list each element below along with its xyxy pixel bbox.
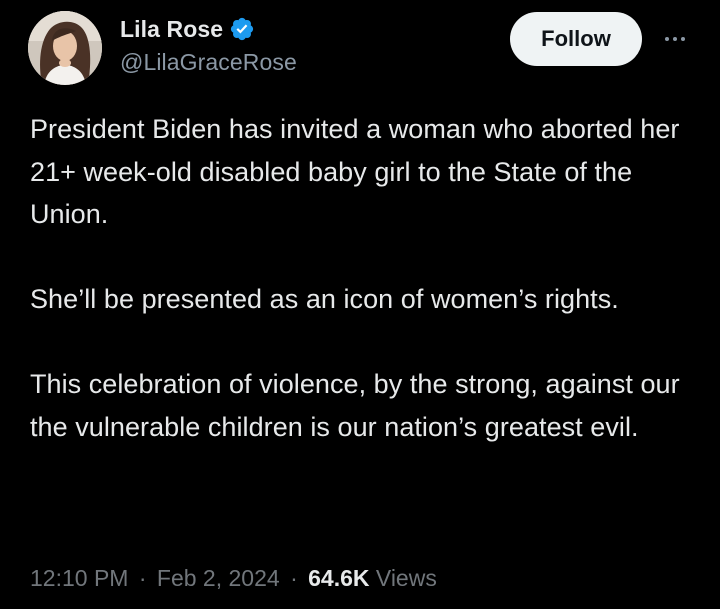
author-display-name[interactable]: Lila Rose [120, 16, 223, 43]
views-label: Views [375, 565, 437, 591]
views-count: 64.6K [308, 565, 370, 591]
more-options-icon[interactable] [656, 24, 694, 54]
follow-button[interactable]: Follow [510, 12, 642, 66]
tweet-paragraph: She’ll be presented as an icon of women’… [30, 284, 619, 314]
tweet-time[interactable]: 12:10 PM [30, 565, 128, 591]
tweet-metadata: 12:10 PM · Feb 2, 2024 · 64.6K Views [30, 565, 437, 592]
avatar[interactable] [28, 11, 102, 85]
avatar-image [28, 11, 102, 85]
tweet-date[interactable]: Feb 2, 2024 [157, 565, 280, 591]
tweet-text: President Biden has invited a woman who … [30, 108, 690, 448]
author-handle[interactable]: @LilaGraceRose [120, 49, 297, 76]
tweet-card: Lila Rose @LilaGraceRose Follow Presiden… [0, 0, 720, 609]
meta-separator: · [290, 565, 298, 591]
tweet-paragraph: President Biden has invited a woman who … [30, 114, 680, 229]
meta-separator: · [138, 565, 147, 591]
verified-badge-icon[interactable] [229, 16, 255, 42]
tweet-paragraph: This celebration of violence, by the str… [30, 369, 680, 442]
author-name-row: Lila Rose [120, 14, 255, 44]
